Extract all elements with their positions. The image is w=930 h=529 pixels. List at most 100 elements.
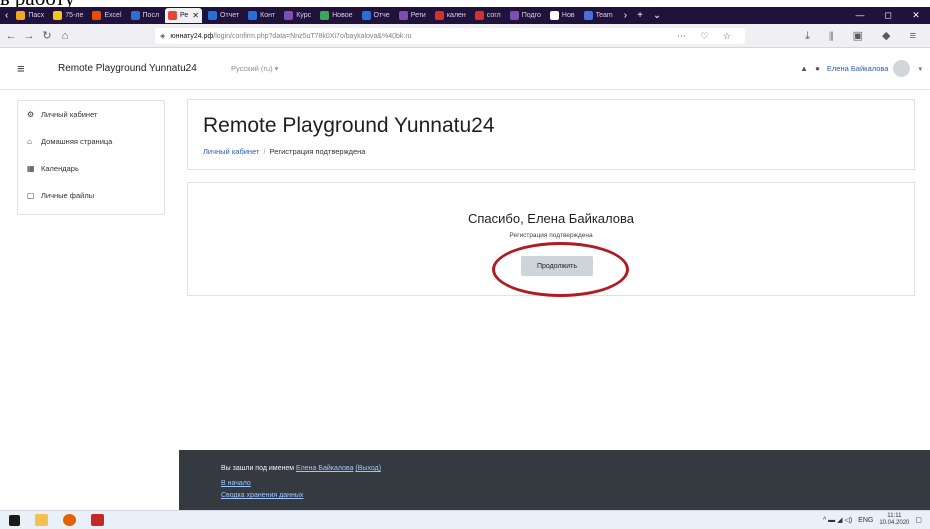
home-icon[interactable]: ⌂	[58, 30, 72, 42]
app-icon[interactable]	[91, 514, 104, 526]
browser-tab[interactable]: кален	[432, 8, 469, 23]
browser-tabs: Пасх 75-ле Excel Посл Ре ✕ Отчет Конт Курс Новое О…	[13, 8, 618, 23]
user-name[interactable]: Елена Байкалова	[827, 64, 889, 73]
tab-label: 75-ле	[65, 12, 84, 19]
close-tab-icon[interactable]: ✕	[192, 11, 199, 20]
browser-tab[interactable]: Курс	[281, 8, 314, 23]
browser-tab[interactable]: Нов	[547, 8, 578, 23]
login-info: Вы зашли под именем Елена Байкалова (Вых…	[221, 465, 381, 472]
notification-icon[interactable]: ▢	[915, 516, 922, 524]
clock-date: 10.04.2020	[879, 520, 910, 526]
tab-favicon-icon	[474, 11, 484, 20]
tab-label: кален	[446, 12, 466, 19]
tray-icons[interactable]: ^ ▬ ◢ ◁)	[823, 516, 852, 524]
back-icon[interactable]: ←	[4, 30, 18, 42]
system-tray: ^ ▬ ◢ ◁) ENG 11:11 10.04.2020 ▢	[817, 513, 922, 527]
url-actions[interactable]: ⋯ ♡ ☆	[677, 31, 737, 42]
browser-tab[interactable]: Пасх	[13, 8, 47, 23]
browser-tab[interactable]: Подго	[507, 8, 544, 23]
chat-icon[interactable]: ●	[815, 64, 820, 73]
browser-tab[interactable]: Новое	[317, 8, 355, 23]
tab-favicon-icon	[168, 11, 178, 20]
tab-label: Курс	[296, 12, 312, 19]
clock-time: 11:11	[887, 513, 902, 519]
browser-tab[interactable]: Ре ✕	[165, 8, 202, 23]
browser-tab[interactable]: Team	[581, 8, 616, 23]
browser-tab[interactable]: Конт	[245, 8, 278, 23]
nav-drawer: ⚙ Личный кабинет ⌂ Домашняя страница ▦ К…	[17, 100, 165, 215]
new-tab-button[interactable]: +	[637, 10, 643, 21]
explorer-icon[interactable]	[35, 514, 48, 526]
menu-icon[interactable]: ≡	[17, 61, 25, 76]
start-icon[interactable]	[9, 514, 20, 526]
avatar[interactable]	[893, 60, 911, 77]
browser-tab[interactable]: Посл	[128, 8, 163, 23]
tab-label: согл	[486, 12, 501, 19]
thanks-heading: Спасибо, Елена Байкалова	[467, 211, 634, 226]
calendar-icon: ▦	[27, 164, 35, 173]
user-link[interactable]: Елена Байкалова	[296, 465, 353, 472]
browser-nav-bar: ← → ↻ ⌂ ◈ юннату24.рф /login/confirm.php…	[0, 24, 930, 48]
tab-label: Team	[595, 12, 613, 19]
chevron-down-icon[interactable]: ▾	[918, 65, 922, 73]
close-window-button[interactable]: ✕	[902, 10, 930, 21]
logout-link[interactable]: (Выход)	[355, 465, 381, 472]
language-indicator[interactable]: ENG	[858, 517, 873, 524]
tab-label: Нов	[561, 12, 575, 19]
browser-tab[interactable]: Excel	[89, 8, 124, 23]
tab-list-icon[interactable]: ›	[624, 10, 627, 21]
shield-icon: ◈	[160, 33, 166, 40]
clock[interactable]: 11:11 10.04.2020	[879, 513, 909, 527]
firefox-icon[interactable]	[63, 514, 76, 526]
site-name[interactable]: Remote Playground Yunnatu24	[58, 63, 197, 74]
browser-tab[interactable]: 75-ле	[50, 8, 86, 23]
browser-tab[interactable]: Рети	[396, 8, 429, 23]
breadcrumb: Личный кабинет / Регистрация подтверждена	[203, 147, 365, 156]
tab-favicon-icon	[284, 11, 294, 20]
tab-label: Конт	[260, 12, 276, 19]
page-title: Remote Playground Yunnatu24	[203, 114, 495, 137]
tab-label: Пасх	[28, 12, 45, 19]
minimize-button[interactable]: —	[846, 10, 874, 21]
tab-label: Отчет	[220, 12, 240, 19]
sidebar-item-calendar[interactable]: ▦ Календарь	[18, 155, 164, 182]
browser-tab[interactable]: Отче	[359, 8, 393, 23]
tab-favicon-icon	[130, 11, 140, 20]
browser-tab[interactable]: согл	[472, 8, 504, 23]
sidebar-item-label: Личный кабинет	[41, 110, 98, 119]
login-info-prefix: Вы зашли под именем	[221, 465, 295, 472]
toolbar-right-icons[interactable]: ⤓ ⦀ ▣ ◆ ≡	[805, 29, 924, 43]
language-menu[interactable]: Русский (ru) ▾	[231, 64, 278, 73]
tab-favicon-icon	[16, 11, 26, 20]
breadcrumb-home-link[interactable]: Личный кабинет	[203, 147, 259, 156]
url-host: юннату24.рф	[170, 32, 214, 40]
sidebar-item-home[interactable]: ⌂ Домашняя страница	[18, 128, 164, 155]
tab-label: Посл	[142, 12, 160, 19]
browser-tab[interactable]: Отчет	[205, 8, 242, 23]
url-path: /login/confirm.php?data=Nnz5uT78k0Xi7o/b…	[213, 32, 412, 40]
tab-scroll-left-icon[interactable]: ‹	[5, 10, 8, 21]
page-header: Remote Playground Yunnatu24 Личный кабин…	[187, 99, 915, 170]
bell-icon[interactable]: ▲	[800, 64, 808, 73]
tab-favicon-icon	[434, 11, 444, 20]
os-taskbar: ^ ▬ ◢ ◁) ENG 11:11 10.04.2020 ▢	[0, 510, 930, 529]
maximize-button[interactable]: ◻	[874, 10, 902, 21]
chevron-down-icon[interactable]: ⌄	[653, 10, 661, 21]
file-icon: ▢	[27, 191, 35, 200]
tab-label: Отче	[373, 12, 390, 19]
forward-icon[interactable]: →	[22, 30, 36, 42]
tab-favicon-icon	[53, 11, 63, 20]
reload-icon[interactable]: ↻	[40, 29, 54, 42]
sidebar-item-files[interactable]: ▢ Личные файлы	[18, 182, 164, 209]
home-link[interactable]: В начало	[221, 480, 251, 487]
tab-favicon-icon	[398, 11, 408, 20]
window-controls: — ◻ ✕	[846, 10, 930, 21]
sidebar-item-dashboard[interactable]: ⚙ Личный кабинет	[18, 101, 164, 128]
tab-favicon-icon	[509, 11, 519, 20]
tab-label: Новое	[332, 12, 353, 19]
tab-favicon-icon	[320, 11, 330, 20]
breadcrumb-separator: /	[263, 147, 266, 156]
url-bar[interactable]: ◈ юннату24.рф /login/confirm.php?data=Nn…	[155, 28, 745, 44]
data-retention-link[interactable]: Сводка хранения данных	[221, 492, 303, 499]
sidebar-item-label: Календарь	[41, 164, 79, 173]
